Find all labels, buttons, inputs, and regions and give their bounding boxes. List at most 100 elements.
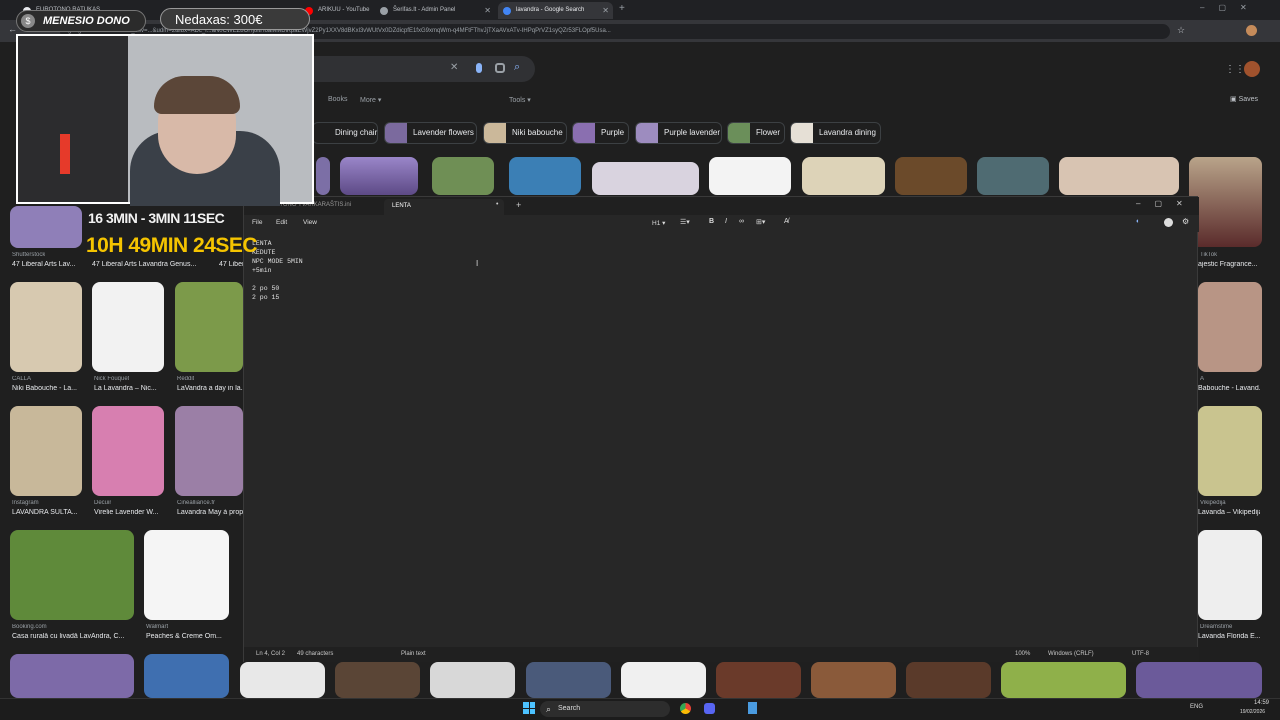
result-image[interactable] — [811, 662, 896, 698]
clock-date[interactable]: 19/02/2026 — [1240, 709, 1265, 715]
result-image[interactable] — [92, 282, 164, 372]
menu-file[interactable]: File — [252, 219, 262, 226]
clock-time[interactable]: 14:59 — [1254, 700, 1269, 706]
result-image[interactable] — [1001, 662, 1126, 698]
result-image[interactable] — [144, 530, 229, 620]
result-title[interactable]: Casa rurală cu livadă LavAndra, C... — [12, 633, 134, 640]
browser-tab-active[interactable]: lavandra - Google Search ✕ — [498, 2, 613, 19]
result-title[interactable]: Babouche - Lavand... — [1198, 385, 1260, 392]
new-tab-icon[interactable]: + — [516, 200, 521, 210]
result-image[interactable] — [92, 406, 164, 496]
result-image[interactable] — [1059, 157, 1179, 195]
result-image[interactable] — [906, 662, 991, 698]
result-image[interactable] — [316, 157, 330, 195]
account-avatar[interactable] — [1244, 61, 1260, 77]
chip-purple[interactable]: Purple — [572, 122, 629, 144]
menu-edit[interactable]: Edit — [276, 219, 287, 226]
copilot-icon[interactable]: ◐ — [1136, 218, 1140, 225]
result-image[interactable] — [340, 157, 418, 195]
result-title[interactable]: Lavanda Florida E... — [1198, 633, 1260, 640]
unsaved-dot-icon[interactable]: • — [496, 201, 498, 208]
result-image[interactable] — [621, 662, 706, 698]
chip-dining-chair[interactable]: Dining chair — [312, 122, 378, 144]
google-search-box[interactable]: ✕ ⌕ — [300, 56, 535, 82]
nav-more[interactable]: More ▾ — [360, 96, 381, 104]
menu-view[interactable]: View — [303, 219, 317, 226]
result-image[interactable] — [10, 406, 82, 496]
result-image[interactable] — [977, 157, 1049, 195]
result-image[interactable] — [1136, 662, 1262, 698]
browser-tab[interactable]: ARIKUU - YouTube — [300, 2, 370, 19]
result-title[interactable]: 47 Liber... — [219, 261, 243, 268]
italic-icon[interactable]: I — [725, 218, 727, 225]
result-image[interactable] — [430, 662, 515, 698]
notepad-tab-active[interactable]: LENTA • — [384, 199, 504, 215]
result-image[interactable] — [432, 157, 494, 195]
window-controls[interactable]: –▢✕ — [1200, 3, 1261, 12]
search-icon[interactable]: ⌕ — [514, 61, 520, 74]
result-image[interactable] — [1198, 530, 1262, 620]
chrome-icon[interactable] — [680, 703, 691, 714]
close-tab-icon[interactable]: ✕ — [484, 2, 491, 19]
nav-tools[interactable]: Tools ▾ — [509, 96, 531, 104]
chip-niki-babouche[interactable]: Niki babouche — [483, 122, 567, 144]
result-image[interactable] — [175, 406, 243, 496]
chip-flower[interactable]: Flower — [727, 122, 785, 144]
result-image[interactable] — [526, 662, 611, 698]
result-image[interactable] — [1198, 282, 1262, 372]
close-tab-icon[interactable]: ✕ — [602, 2, 609, 19]
bold-icon[interactable]: B — [709, 218, 714, 225]
result-title[interactable]: LAVANDRA SULTA... — [12, 509, 82, 516]
result-image[interactable] — [592, 162, 699, 195]
window-controls[interactable]: –▢✕ — [1136, 199, 1197, 208]
back-arrow-icon[interactable]: ← — [8, 24, 17, 34]
browser-tab[interactable]: Šerifas.lt - Admin Panel ✕ — [375, 2, 495, 19]
result-image[interactable] — [240, 662, 325, 698]
taskbar-search[interactable]: ⌕ Search — [540, 701, 670, 717]
apps-grid-icon[interactable]: ⋮⋮ — [1225, 64, 1245, 75]
chip-lavender-flowers[interactable]: Lavender flowers — [384, 122, 477, 144]
result-title[interactable]: 47 Liberal Arts Lav... — [12, 261, 82, 268]
link-icon[interactable]: ∞ — [739, 218, 744, 225]
notepad-taskbar-icon[interactable] — [748, 702, 757, 714]
lens-icon[interactable] — [495, 63, 505, 73]
discord-icon[interactable] — [704, 703, 715, 714]
clear-icon[interactable]: ✕ — [450, 62, 458, 73]
settings-gear-icon[interactable]: ⚙ — [1182, 217, 1189, 226]
account-icon[interactable] — [1164, 218, 1173, 227]
result-image[interactable] — [802, 157, 885, 195]
result-title[interactable]: La Lavandra – Nic... — [94, 385, 164, 392]
notepad-text-area[interactable]: LENTA KEDUTE NPC MODE 5MIN +5min 2 po 50… — [252, 239, 303, 302]
nav-books[interactable]: Books — [328, 96, 347, 103]
result-image[interactable] — [709, 157, 791, 195]
profile-avatar[interactable] — [1246, 25, 1257, 36]
result-title[interactable]: Peaches & Creme Om... — [146, 633, 229, 640]
result-title[interactable]: ajestic Fragrance... — [1198, 261, 1260, 268]
chip-purple-lavender[interactable]: Purple lavender — [635, 122, 722, 144]
microphone-icon[interactable] — [476, 63, 482, 73]
language-indicator[interactable]: ENG — [1190, 704, 1203, 710]
result-image[interactable] — [716, 662, 801, 698]
result-image[interactable] — [895, 157, 967, 195]
result-image[interactable] — [144, 654, 229, 698]
result-image[interactable] — [335, 662, 420, 698]
chip-lavandra-dining[interactable]: Lavandra dining — [790, 122, 881, 144]
start-icon[interactable] — [523, 702, 535, 714]
result-title[interactable]: Virelie Lavender W... — [94, 509, 164, 516]
result-image[interactable] — [1189, 157, 1262, 247]
result-image[interactable] — [10, 654, 134, 698]
result-title[interactable]: Lavandra May à prop... — [177, 509, 243, 516]
table-icon[interactable]: ⊞▾ — [756, 218, 765, 226]
result-title[interactable]: LaVandra a day in la... — [177, 385, 243, 392]
saves-link[interactable]: ▣ Saves — [1230, 95, 1258, 103]
result-image[interactable] — [10, 530, 134, 620]
list-icon[interactable]: ☰▾ — [680, 218, 690, 226]
bookmark-star-icon[interactable]: ☆ — [1177, 25, 1185, 36]
result-image[interactable] — [509, 157, 581, 195]
result-image[interactable] — [175, 282, 243, 372]
result-title[interactable]: Lavanda – Vikipedija — [1198, 509, 1260, 516]
clear-formatting-icon[interactable]: A̸ — [784, 218, 789, 225]
heading-dropdown[interactable]: H1 ▾ — [652, 219, 665, 227]
new-tab-icon[interactable]: + — [619, 3, 625, 14]
result-title[interactable]: 47 Liberal Arts Lavandra Genus... — [92, 261, 217, 268]
